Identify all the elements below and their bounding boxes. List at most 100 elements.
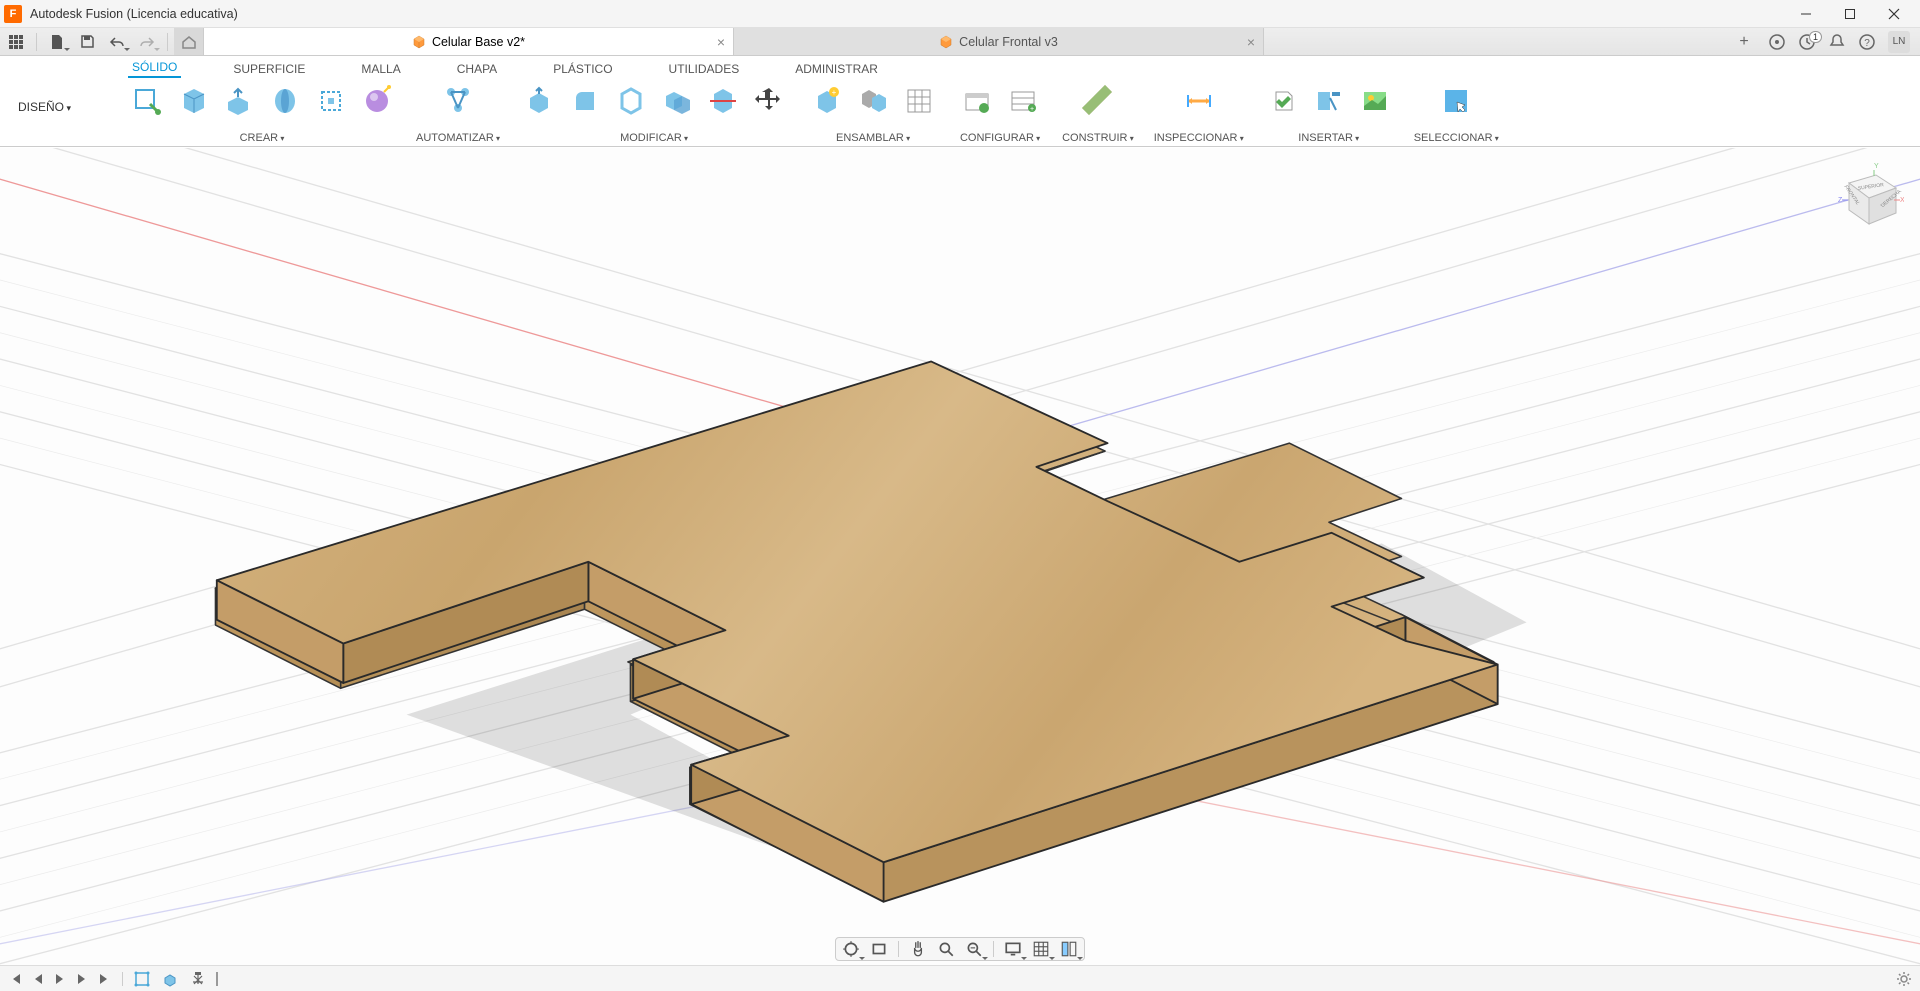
group-label[interactable]: ENSAMBLAR xyxy=(836,132,910,146)
ribbon-tab-superficie[interactable]: SUPERFICIE xyxy=(229,60,309,78)
zoom-window-button[interactable] xyxy=(965,940,983,958)
timeline-settings-button[interactable] xyxy=(1896,971,1912,987)
tab-label: Celular Base v2* xyxy=(432,35,525,49)
ribbon-tab-utilidades[interactable]: UTILIDADES xyxy=(665,60,744,78)
header-right: 1 ? LN xyxy=(1758,28,1920,55)
ribbon-tab-chapa[interactable]: CHAPA xyxy=(453,60,501,78)
ribbon-group-ensamblar: + ENSAMBLAR xyxy=(798,80,948,146)
ribbon-group-crear: CREAR xyxy=(118,80,406,146)
tab-label: Celular Frontal v3 xyxy=(959,35,1058,49)
ribbon-tabs: SÓLIDO SUPERFICIE MALLA CHAPA PLÁSTICO U… xyxy=(0,56,1920,78)
joint-button[interactable] xyxy=(854,82,892,120)
timeline-play-button[interactable] xyxy=(54,972,66,986)
view-cube[interactable]: SUPERIOR FRONTAL DERECHA Y X Z xyxy=(1824,158,1904,238)
viewport-canvas[interactable]: SUPERIOR FRONTAL DERECHA Y X Z xyxy=(0,148,1920,965)
file-menu-button[interactable] xyxy=(47,32,67,52)
display-settings-button[interactable] xyxy=(1004,940,1022,958)
data-panel-button[interactable] xyxy=(6,32,26,52)
group-label[interactable]: INSERTAR xyxy=(1298,132,1359,146)
ribbon-tab-plastico[interactable]: PLÁSTICO xyxy=(549,60,616,78)
job-status-icon[interactable]: 1 xyxy=(1798,33,1816,51)
insert-decal-button[interactable] xyxy=(1310,82,1348,120)
look-at-button[interactable] xyxy=(870,940,888,958)
extensions-icon[interactable] xyxy=(1768,33,1786,51)
automate-button[interactable] xyxy=(439,82,477,120)
document-tab-inactive[interactable]: Celular Frontal v3 × xyxy=(734,28,1264,55)
select-button[interactable] xyxy=(1437,82,1475,120)
titlebar: F Autodesk Fusion (Licencia educativa) xyxy=(0,0,1920,28)
timeline-start-button[interactable] xyxy=(8,972,22,986)
pan-button[interactable] xyxy=(909,940,927,958)
ribbon-tab-solido[interactable]: SÓLIDO xyxy=(128,58,181,78)
group-label[interactable]: CREAR xyxy=(240,132,285,146)
cube-icon xyxy=(939,35,953,49)
ribbon-content: DISEÑO CREAR AUTOMATIZAR xyxy=(0,78,1920,146)
press-pull-button[interactable] xyxy=(520,82,558,120)
quick-access-row: Celular Base v2* × Celular Frontal v3 × … xyxy=(0,28,1920,56)
combine-button[interactable] xyxy=(658,82,696,120)
extrude-button[interactable] xyxy=(220,82,258,120)
svg-text:+: + xyxy=(1030,106,1034,113)
notifications-icon[interactable] xyxy=(1828,33,1846,51)
orbit-button[interactable] xyxy=(842,940,860,958)
insert-derive-button[interactable] xyxy=(1264,82,1302,120)
as-built-joint-button[interactable] xyxy=(900,82,938,120)
timeline-marker[interactable] xyxy=(213,970,221,988)
construct-button[interactable] xyxy=(1079,82,1117,120)
window-controls xyxy=(1784,0,1916,28)
timeline-back-button[interactable] xyxy=(32,972,44,986)
redo-button[interactable] xyxy=(137,32,157,52)
shell-button[interactable] xyxy=(612,82,650,120)
fillet-button[interactable] xyxy=(566,82,604,120)
split-button[interactable] xyxy=(704,82,742,120)
user-avatar[interactable]: LN xyxy=(1888,31,1910,53)
undo-button[interactable] xyxy=(107,32,127,52)
cube-icon xyxy=(412,35,426,49)
configure-button[interactable] xyxy=(958,82,996,120)
create-sketch-button[interactable] xyxy=(128,82,166,120)
workspace-selector[interactable]: DISEÑO xyxy=(0,80,118,114)
create-form-button[interactable] xyxy=(174,82,212,120)
help-icon[interactable]: ? xyxy=(1858,33,1876,51)
loft-button[interactable] xyxy=(358,82,396,120)
ribbon-group-construir: CONSTRUIR xyxy=(1052,80,1144,146)
group-label[interactable]: AUTOMATIZAR xyxy=(416,132,500,146)
zoom-button[interactable] xyxy=(937,940,955,958)
ribbon-tab-administrar[interactable]: ADMINISTRAR xyxy=(791,60,882,78)
ribbon-group-configurar: + CONFIGURAR xyxy=(948,80,1052,146)
save-button[interactable] xyxy=(77,32,97,52)
sweep-button[interactable] xyxy=(312,82,350,120)
ribbon-group-automatizar: AUTOMATIZAR xyxy=(406,80,510,146)
new-component-button[interactable]: + xyxy=(808,82,846,120)
document-tab-active[interactable]: Celular Base v2* × xyxy=(204,28,734,55)
move-button[interactable] xyxy=(750,82,788,120)
close-tab-icon[interactable]: × xyxy=(1247,34,1255,50)
revolve-button[interactable] xyxy=(266,82,304,120)
job-count-badge: 1 xyxy=(1809,31,1822,43)
ribbon-group-insertar: INSERTAR xyxy=(1254,80,1404,146)
group-label[interactable]: CONSTRUIR xyxy=(1062,132,1134,146)
ribbon: SÓLIDO SUPERFICIE MALLA CHAPA PLÁSTICO U… xyxy=(0,56,1920,147)
group-label[interactable]: SELECCIONAR xyxy=(1414,132,1499,146)
minimize-button[interactable] xyxy=(1784,0,1828,28)
home-tab[interactable] xyxy=(174,28,204,55)
timeline-forward-button[interactable] xyxy=(76,972,88,986)
group-label[interactable]: INSPECCIONAR xyxy=(1154,132,1244,146)
group-label[interactable]: MODIFICAR xyxy=(620,132,688,146)
svg-text:Y: Y xyxy=(1874,163,1879,170)
close-button[interactable] xyxy=(1872,0,1916,28)
inspect-button[interactable] xyxy=(1180,82,1218,120)
maximize-button[interactable] xyxy=(1828,0,1872,28)
timeline-feature-sketch[interactable] xyxy=(133,970,151,988)
group-label[interactable]: CONFIGURAR xyxy=(960,132,1040,146)
close-tab-icon[interactable]: × xyxy=(717,34,725,50)
ribbon-tab-malla[interactable]: MALLA xyxy=(357,60,404,78)
viewport-layouts-button[interactable] xyxy=(1060,940,1078,958)
timeline-feature-appearance[interactable] xyxy=(189,970,207,988)
new-tab-button[interactable]: + xyxy=(1730,28,1758,55)
insert-canvas-button[interactable] xyxy=(1356,82,1394,120)
grid-settings-button[interactable] xyxy=(1032,940,1050,958)
timeline-end-button[interactable] xyxy=(98,972,112,986)
change-parameters-button[interactable]: + xyxy=(1004,82,1042,120)
timeline-feature-extrude[interactable] xyxy=(161,970,179,988)
